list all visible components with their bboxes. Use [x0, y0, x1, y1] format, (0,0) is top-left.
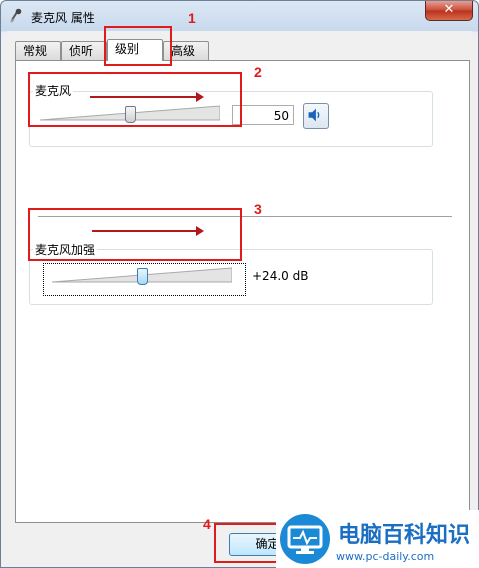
tab-label: 级别 [115, 42, 140, 56]
title-bar[interactable]: 麦克风 属性 ✕ [1, 1, 478, 31]
watermark: 电脑百科知识 www.pc-daily.com [276, 510, 479, 568]
tab-label: 侦听 [69, 44, 94, 58]
tab-levels[interactable]: 级别 [107, 39, 163, 61]
tab-label: 常规 [23, 44, 48, 58]
speaker-icon [308, 108, 320, 122]
annotation-arrow-2 [90, 92, 204, 102]
annotation-marker-4: 4 [203, 516, 211, 532]
boost-slider-thumb[interactable] [137, 268, 148, 285]
close-button[interactable]: ✕ [425, 1, 473, 21]
boost-value: +24.0 dB [252, 269, 309, 283]
annotation-box-3 [28, 208, 242, 261]
annotation-box-2 [28, 72, 242, 127]
annotation-arrow-3 [92, 226, 204, 236]
mute-button[interactable] [303, 103, 329, 129]
annotation-marker-2: 2 [254, 64, 262, 80]
tab-listen[interactable]: 侦听 [61, 41, 107, 60]
tab-label: 高级 [171, 44, 196, 58]
annotation-marker-1: 1 [188, 10, 196, 26]
watermark-url: www.pc-daily.com [336, 550, 435, 563]
watermark-title: 电脑百科知识 [338, 523, 471, 548]
tab-general[interactable]: 常规 [15, 41, 61, 60]
monitor-icon [287, 525, 323, 554]
close-icon: ✕ [443, 2, 455, 17]
boost-slider[interactable] [52, 267, 232, 285]
window-title: 麦克风 属性 [31, 11, 95, 25]
levels-panel: 麦克风 50 麦克风加强 +24.0 dB [15, 60, 470, 523]
watermark-logo [280, 514, 330, 564]
microphone-icon [10, 8, 22, 23]
annotation-marker-3: 3 [254, 201, 262, 217]
